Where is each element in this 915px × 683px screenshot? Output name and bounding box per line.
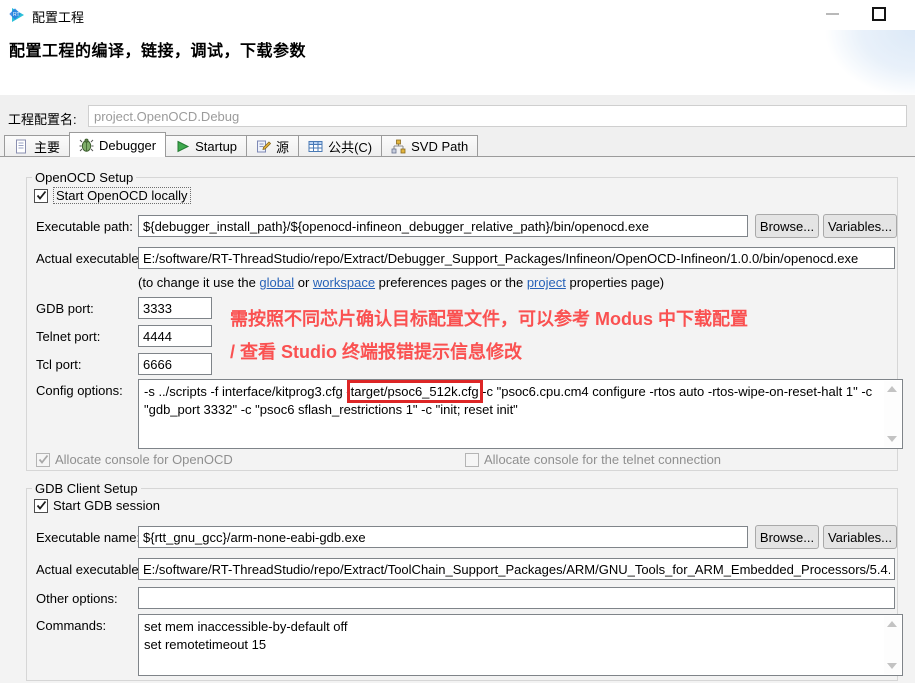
commands-textarea[interactable]: set mem inaccessible-by-default off set …: [138, 614, 903, 676]
allocate-console-openocd-label: Allocate console for OpenOCD: [55, 452, 233, 467]
config-options-textarea[interactable]: -s ../scripts -f interface/kitprog3.cfg …: [138, 379, 903, 449]
rt-thread-logo-icon: RT: [9, 6, 27, 24]
dialog-body: 工程配置名: 主要: [0, 95, 915, 683]
title-bar: RT 配置工程: [0, 0, 915, 30]
debugger-tab-page: OpenOCD Setup Start OpenOCD locally Exec…: [0, 156, 915, 683]
hint-text: preferences pages or the: [375, 275, 527, 290]
allocate-console-telnet-checkbox[interactable]: Allocate console for the telnet connecti…: [465, 452, 721, 467]
tab-source[interactable]: 源: [246, 135, 299, 157]
dialog-subtitle: 配置工程的编译，链接，调试，下载参数: [9, 37, 306, 61]
gdb-port-label: GDB port:: [36, 301, 94, 316]
actual-executable-label: Actual executable:: [36, 251, 142, 266]
tab-svd-path[interactable]: SVD Path: [381, 135, 478, 157]
telnet-port-label: Telnet port:: [36, 329, 100, 344]
config-options-pre: -s ../scripts -f interface/kitprog3.cfg …: [144, 384, 351, 399]
actual-executable-input[interactable]: [138, 247, 895, 269]
checkbox-checked-icon: [34, 189, 48, 203]
minimize-button[interactable]: [826, 13, 840, 17]
config-options-text: -s ../scripts -f interface/kitprog3.cfg …: [144, 383, 880, 419]
configure-project-dialog: RT 配置工程 配置工程的编译，链接，调试，下载参数 工程配置名:: [0, 0, 915, 683]
commands-text: set mem inaccessible-by-default off set …: [144, 618, 880, 654]
commands-label: Commands:: [36, 618, 106, 633]
commands-line-2: set remotetimeout 15: [144, 636, 880, 654]
gdb-client-setup-legend: GDB Client Setup: [32, 481, 141, 496]
hint-text: properties page): [566, 275, 664, 290]
allocate-console-openocd-checkbox[interactable]: Allocate console for OpenOCD: [36, 452, 233, 467]
gdb-actual-executable-label: Actual executable:: [36, 562, 142, 577]
tab-label: 主要: [34, 137, 60, 156]
hint-text: or: [294, 275, 313, 290]
change-executable-hint: (to change it use the global or workspac…: [138, 275, 664, 290]
commands-scrollbar[interactable]: [884, 616, 901, 674]
tab-debugger[interactable]: Debugger: [69, 132, 166, 157]
executable-name-input[interactable]: [138, 526, 748, 548]
document-icon: [14, 139, 29, 154]
config-options-scrollbar[interactable]: [884, 381, 901, 447]
dialog-banner: 配置工程的编译，链接，调试，下载参数: [0, 30, 915, 95]
tab-label: 公共(C): [328, 137, 372, 156]
tab-startup[interactable]: Startup: [165, 135, 247, 157]
scroll-up-icon[interactable]: [887, 386, 897, 392]
config-name-label: 工程配置名:: [8, 109, 77, 128]
config-options-label: Config options:: [36, 383, 123, 398]
window-title: 配置工程: [32, 7, 84, 26]
hierarchy-icon: [391, 139, 406, 154]
executable-name-label: Executable name:: [36, 530, 140, 545]
checkbox-checked-disabled-icon: [36, 453, 50, 467]
tcl-port-label: Tcl port:: [36, 357, 82, 372]
global-preferences-link[interactable]: global: [259, 275, 294, 290]
tab-bar: 主要 Debugger: [4, 132, 477, 157]
project-properties-link[interactable]: project: [527, 275, 566, 290]
workspace-preferences-link[interactable]: workspace: [313, 275, 375, 290]
svg-text:RT: RT: [13, 12, 20, 18]
table-icon: [308, 139, 323, 154]
gdb-actual-executable-input[interactable]: [138, 558, 895, 580]
browse-button-gdb[interactable]: Browse...: [755, 525, 819, 549]
config-name-input[interactable]: [88, 105, 907, 127]
maximize-button[interactable]: [872, 7, 886, 21]
tab-label: Startup: [195, 139, 237, 154]
browse-button[interactable]: Browse...: [755, 214, 819, 238]
executable-path-label: Executable path:: [36, 219, 133, 234]
banner-decoration: [765, 30, 915, 95]
tab-main[interactable]: 主要: [4, 135, 70, 157]
tab-common[interactable]: 公共(C): [298, 135, 382, 157]
bug-icon: [79, 138, 94, 153]
commands-line-1: set mem inaccessible-by-default off: [144, 618, 880, 636]
checkbox-checked-icon: [34, 499, 48, 513]
red-annotation-note: 需按照不同芯片确认目标配置文件，可以参考 Modus 中下载配置 / 查看 St…: [230, 303, 748, 369]
variables-button[interactable]: Variables...: [823, 214, 897, 238]
openocd-setup-legend: OpenOCD Setup: [32, 170, 136, 185]
start-gdb-session-checkbox[interactable]: Start GDB session: [34, 498, 160, 513]
config-highlight-box: target/psoc6_512k.cfg: [351, 384, 479, 399]
executable-path-input[interactable]: [138, 215, 748, 237]
annotation-line-2: / 查看 Studio 终端报错提示信息修改: [230, 336, 748, 369]
hint-text: (to change it use the: [138, 275, 259, 290]
variables-button-gdb[interactable]: Variables...: [823, 525, 897, 549]
tcl-port-input[interactable]: [138, 353, 212, 375]
play-icon: [175, 139, 190, 154]
annotation-line-1: 需按照不同芯片确认目标配置文件，可以参考 Modus 中下载配置: [230, 303, 748, 336]
start-openocd-locally-checkbox[interactable]: Start OpenOCD locally: [34, 187, 191, 204]
tab-label: 源: [276, 137, 289, 156]
scroll-down-icon[interactable]: [887, 436, 897, 442]
allocate-console-telnet-label: Allocate console for the telnet connecti…: [484, 452, 721, 467]
start-openocd-locally-label: Start OpenOCD locally: [53, 187, 191, 204]
pencil-source-icon: [256, 139, 271, 154]
checkbox-unchecked-icon: [465, 453, 479, 467]
start-gdb-session-label: Start GDB session: [53, 498, 160, 513]
other-options-input[interactable]: [138, 587, 895, 609]
scroll-up-icon[interactable]: [887, 621, 897, 627]
other-options-label: Other options:: [36, 591, 118, 606]
gdb-port-input[interactable]: [138, 297, 212, 319]
tab-label: SVD Path: [411, 139, 468, 154]
scroll-down-icon[interactable]: [887, 663, 897, 669]
tab-label: Debugger: [99, 138, 156, 153]
telnet-port-input[interactable]: [138, 325, 212, 347]
